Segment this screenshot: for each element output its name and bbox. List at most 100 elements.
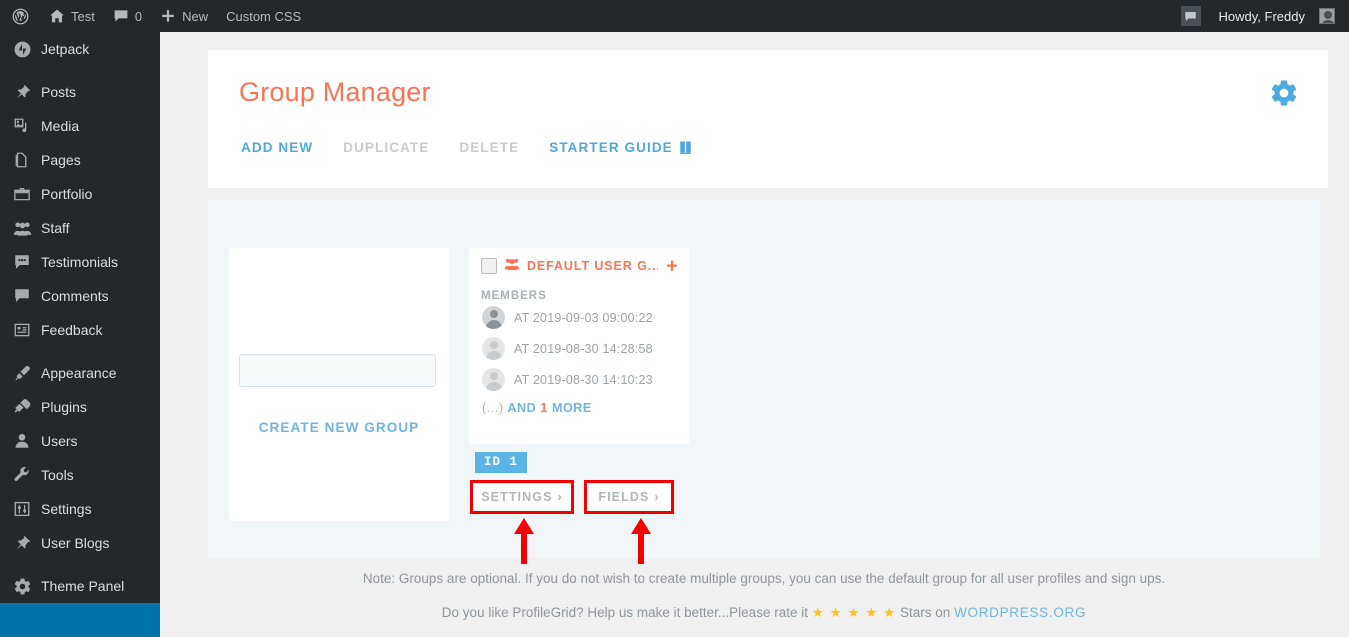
list-item[interactable]: AT 2019-08-30 14:10:23 <box>469 364 689 395</box>
wordpress-org-link[interactable]: WORDPRESS.ORG <box>954 605 1086 620</box>
home-icon <box>49 8 65 24</box>
quote-bubble-icon <box>12 252 32 272</box>
sidebar-item-comments[interactable]: Comments <box>0 279 160 313</box>
gear-icon <box>1269 80 1299 112</box>
sidebar-divider <box>0 66 160 75</box>
sidebar-item-label: Settings <box>41 501 92 517</box>
users-group-icon <box>504 257 520 276</box>
create-new-group-button[interactable]: CREATE NEW GROUP <box>229 420 449 435</box>
create-group-card: CREATE NEW GROUP <box>229 248 449 521</box>
star-rating-icon[interactable]: ★ ★ ★ ★ ★ <box>812 605 897 620</box>
plus-icon <box>160 8 176 24</box>
group-card: DEFAULT USER G... MEMBERS AT 2019-09-03 … <box>469 248 689 444</box>
sidebar-item-label: Plugins <box>41 399 87 415</box>
rate-prefix: Do you like ProfileGrid? Help us make it… <box>441 605 808 620</box>
sidebar-item-theme-panel[interactable]: Theme Panel <box>0 569 160 603</box>
tab-starter-guide-label: STARTER GUIDE <box>549 140 673 155</box>
annotation-box-settings <box>470 480 574 514</box>
sidebar-item-feedback[interactable]: Feedback <box>0 313 160 347</box>
comment-bubble-icon <box>1180 6 1201 26</box>
user-icon <box>12 431 32 451</box>
gear-icon <box>12 576 32 596</box>
more-members-link[interactable]: (...) AND 1 MORE <box>469 401 689 415</box>
my-account-button[interactable]: Howdy, Freddy <box>1210 0 1349 32</box>
user-avatar-icon <box>482 337 505 360</box>
sidebar-divider <box>0 560 160 569</box>
up-arrow-annotation <box>513 518 535 564</box>
member-timestamp: AT 2019-09-03 09:00:22 <box>514 310 653 325</box>
sidebar-item-appearance[interactable]: Appearance <box>0 356 160 390</box>
sidebar-item-posts[interactable]: Posts <box>0 75 160 109</box>
tab-add-new-label: ADD NEW <box>241 140 314 155</box>
site-name-button[interactable]: Test <box>40 0 104 32</box>
comments-button[interactable]: 0 <box>104 0 151 32</box>
add-member-button[interactable] <box>665 259 679 273</box>
wordpress-logo-button[interactable] <box>0 0 40 32</box>
group-id-badge: ID 1 <box>475 452 528 473</box>
sidebar-item-label: Jetpack <box>41 41 90 57</box>
admin-sidebar-menu: Jetpack Posts Media Pages Portfolio Staff Test… <box>0 32 160 637</box>
sidebar-item-settings[interactable]: Settings <box>0 492 160 526</box>
sidebar-item-staff[interactable]: Staff <box>0 211 160 245</box>
group-select-checkbox[interactable] <box>481 258 497 274</box>
tab-duplicate[interactable]: DUPLICATE <box>343 140 429 155</box>
page-action-tabs: ADD NEW DUPLICATE DELETE STARTER GUIDE <box>241 140 693 155</box>
sidebar-item-users[interactable]: Users <box>0 424 160 458</box>
tab-duplicate-label: DUPLICATE <box>343 140 430 155</box>
custom-css-button[interactable]: Custom CSS <box>217 0 310 32</box>
comment-bubble-icon <box>113 8 129 24</box>
admin-bar: Test 0 New Custom CSS Howdy, Freddy <box>0 0 1349 32</box>
sidebar-item-label: Staff <box>41 220 70 236</box>
sidebar-item-label: Theme Panel <box>41 578 125 594</box>
page-header-panel: Group Manager ADD NEW DUPLICATE DELETE S… <box>208 50 1328 188</box>
sidebar-item-plugins[interactable]: Plugins <box>0 390 160 424</box>
more-count: 1 <box>540 401 548 415</box>
sidebar-item-label: Testimonials <box>41 254 119 270</box>
notifications-button[interactable] <box>1172 0 1210 32</box>
sidebar-item-label: Pages <box>41 152 81 168</box>
media-icon <box>12 116 32 136</box>
more-suffix: MORE <box>551 401 592 415</box>
list-item[interactable]: AT 2019-09-03 09:00:22 <box>469 302 689 333</box>
sidebar-item-jetpack[interactable]: Jetpack <box>0 32 160 66</box>
list-item[interactable]: AT 2019-08-30 14:28:58 <box>469 333 689 364</box>
sidebar-item-label: Portfolio <box>41 186 93 202</box>
sidebar-item-label: Users <box>41 433 78 449</box>
feedback-icon <box>12 320 32 340</box>
pin-icon <box>12 82 32 102</box>
paintbrush-icon <box>12 363 32 383</box>
more-prefix: (...) <box>482 401 504 415</box>
tab-delete-label: DELETE <box>459 140 520 155</box>
sidebar-item-media[interactable]: Media <box>0 109 160 143</box>
sidebar-item-user-blogs[interactable]: User Blogs <box>0 526 160 560</box>
sidebar-item-portfolio[interactable]: Portfolio <box>0 177 160 211</box>
settings-gear-button[interactable] <box>1269 78 1299 108</box>
tab-delete[interactable]: DELETE <box>459 140 519 155</box>
tab-starter-guide[interactable]: STARTER GUIDE <box>549 140 693 155</box>
sidebar-item-testimonials[interactable]: Testimonials <box>0 245 160 279</box>
admin-bar-right: Howdy, Freddy <box>1172 0 1349 32</box>
sidebar-item-label: Feedback <box>41 322 103 338</box>
new-content-button[interactable]: New <box>151 0 217 32</box>
sidebar-item-label: Comments <box>41 288 109 304</box>
sidebar-item-tools[interactable]: Tools <box>0 458 160 492</box>
group-title: DEFAULT USER G... <box>527 259 658 273</box>
wrench-icon <box>12 465 32 485</box>
sidebar-item-pages[interactable]: Pages <box>0 143 160 177</box>
sidebar-divider <box>0 347 160 356</box>
member-timestamp: AT 2019-08-30 14:28:58 <box>514 341 653 356</box>
book-icon <box>678 140 693 155</box>
tab-add-new[interactable]: ADD NEW <box>241 140 313 155</box>
user-avatar-icon <box>482 306 505 329</box>
more-and: AND <box>507 401 537 415</box>
sidebar-item-label: User Blogs <box>41 535 110 551</box>
new-label: New <box>182 8 209 24</box>
new-group-name-input[interactable] <box>239 354 436 387</box>
rate-mid: Stars on <box>900 605 951 620</box>
avatar <box>1319 8 1335 24</box>
site-name-label: Test <box>71 8 95 24</box>
page-title: Group Manager <box>239 77 431 107</box>
annotation-box-fields <box>584 480 674 514</box>
sidebar-item-label: Posts <box>41 84 77 100</box>
sidebar-item-active[interactable] <box>0 603 160 637</box>
